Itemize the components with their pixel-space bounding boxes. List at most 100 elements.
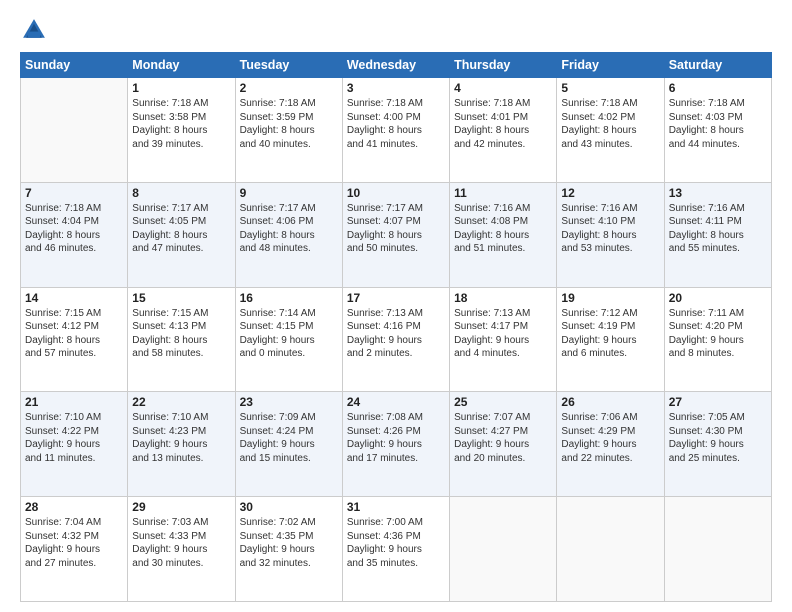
weekday-wednesday: Wednesday	[342, 53, 449, 78]
day-cell: 25 Sunrise: 7:07 AMSunset: 4:27 PMDayligh…	[450, 392, 557, 497]
day-cell: 24 Sunrise: 7:08 AMSunset: 4:26 PMDayligh…	[342, 392, 449, 497]
day-number: 22	[132, 395, 230, 409]
day-cell: 26 Sunrise: 7:06 AMSunset: 4:29 PMDayligh…	[557, 392, 664, 497]
day-info: Sunrise: 7:00 AMSunset: 4:36 PMDaylight:…	[347, 516, 445, 570]
day-info: Sunrise: 7:05 AMSunset: 4:30 PMDaylight:…	[669, 411, 767, 465]
day-cell: 6 Sunrise: 7:18 AMSunset: 4:03 PMDaylight…	[664, 78, 771, 183]
day-info: Sunrise: 7:10 AMSunset: 4:22 PMDaylight:…	[25, 411, 123, 465]
day-cell: 31 Sunrise: 7:00 AMSunset: 4:36 PMDayligh…	[342, 497, 449, 602]
header	[20, 16, 772, 44]
day-number: 24	[347, 395, 445, 409]
day-cell: 5 Sunrise: 7:18 AMSunset: 4:02 PMDaylight…	[557, 78, 664, 183]
day-info: Sunrise: 7:16 AMSunset: 4:11 PMDaylight:…	[669, 202, 767, 256]
logo-icon	[20, 16, 48, 44]
day-number: 31	[347, 500, 445, 514]
day-cell	[450, 497, 557, 602]
day-number: 25	[454, 395, 552, 409]
day-cell: 15 Sunrise: 7:15 AMSunset: 4:13 PMDayligh…	[128, 287, 235, 392]
day-number: 2	[240, 81, 338, 95]
day-info: Sunrise: 7:18 AMSunset: 3:58 PMDaylight:…	[132, 97, 230, 151]
day-number: 15	[132, 291, 230, 305]
day-cell	[557, 497, 664, 602]
day-number: 19	[561, 291, 659, 305]
week-row-2: 7 Sunrise: 7:18 AMSunset: 4:04 PMDaylight…	[21, 182, 772, 287]
day-number: 12	[561, 186, 659, 200]
day-info: Sunrise: 7:17 AMSunset: 4:07 PMDaylight:…	[347, 202, 445, 256]
day-cell: 29Sunrise: 7:03 AMSunset: 4:33 PMDayligh…	[128, 497, 235, 602]
day-cell: 8 Sunrise: 7:17 AMSunset: 4:05 PMDaylight…	[128, 182, 235, 287]
day-info: Sunrise: 7:18 AMSunset: 4:01 PMDaylight:…	[454, 97, 552, 151]
day-cell: 12 Sunrise: 7:16 AMSunset: 4:10 PMDayligh…	[557, 182, 664, 287]
day-info: Sunrise: 7:14 AMSunset: 4:15 PMDaylight:…	[240, 307, 338, 361]
day-info: Sunrise: 7:18 AMSunset: 4:04 PMDaylight:…	[25, 202, 123, 256]
day-info: Sunrise: 7:16 AMSunset: 4:08 PMDaylight:…	[454, 202, 552, 256]
day-cell: 13 Sunrise: 7:16 AMSunset: 4:11 PMDayligh…	[664, 182, 771, 287]
day-info: Sunrise: 7:02 AMSunset: 4:35 PMDaylight:…	[240, 516, 338, 570]
day-info: Sunrise: 7:18 AMSunset: 3:59 PMDaylight:…	[240, 97, 338, 151]
day-info: Sunrise: 7:13 AMSunset: 4:17 PMDaylight:…	[454, 307, 552, 361]
day-info: Sunrise: 7:18 AMSunset: 4:00 PMDaylight:…	[347, 97, 445, 151]
week-row-1: 1Sunrise: 7:18 AMSunset: 3:58 PMDaylight…	[21, 78, 772, 183]
day-info: Sunrise: 7:13 AMSunset: 4:16 PMDaylight:…	[347, 307, 445, 361]
day-cell: 7 Sunrise: 7:18 AMSunset: 4:04 PMDaylight…	[21, 182, 128, 287]
day-cell: 21 Sunrise: 7:10 AMSunset: 4:22 PMDayligh…	[21, 392, 128, 497]
day-number: 13	[669, 186, 767, 200]
day-info: Sunrise: 7:17 AMSunset: 4:06 PMDaylight:…	[240, 202, 338, 256]
day-info: Sunrise: 7:15 AMSunset: 4:12 PMDaylight:…	[25, 307, 123, 361]
weekday-tuesday: Tuesday	[235, 53, 342, 78]
day-number: 20	[669, 291, 767, 305]
day-number: 4	[454, 81, 552, 95]
day-info: Sunrise: 7:12 AMSunset: 4:19 PMDaylight:…	[561, 307, 659, 361]
day-number: 14	[25, 291, 123, 305]
day-cell	[21, 78, 128, 183]
day-cell	[664, 497, 771, 602]
day-info: Sunrise: 7:16 AMSunset: 4:10 PMDaylight:…	[561, 202, 659, 256]
weekday-header-row: SundayMondayTuesdayWednesdayThursdayFrid…	[21, 53, 772, 78]
day-cell: 11 Sunrise: 7:16 AMSunset: 4:08 PMDayligh…	[450, 182, 557, 287]
day-cell: 16Sunrise: 7:14 AMSunset: 4:15 PMDayligh…	[235, 287, 342, 392]
day-number: 21	[25, 395, 123, 409]
day-number: 18	[454, 291, 552, 305]
day-info: Sunrise: 7:18 AMSunset: 4:02 PMDaylight:…	[561, 97, 659, 151]
day-info: Sunrise: 7:08 AMSunset: 4:26 PMDaylight:…	[347, 411, 445, 465]
day-number: 28	[25, 500, 123, 514]
day-info: Sunrise: 7:07 AMSunset: 4:27 PMDaylight:…	[454, 411, 552, 465]
day-cell: 27Sunrise: 7:05 AMSunset: 4:30 PMDayligh…	[664, 392, 771, 497]
day-number: 7	[25, 186, 123, 200]
day-info: Sunrise: 7:15 AMSunset: 4:13 PMDaylight:…	[132, 307, 230, 361]
day-cell: 9Sunrise: 7:17 AMSunset: 4:06 PMDaylight…	[235, 182, 342, 287]
day-info: Sunrise: 7:04 AMSunset: 4:32 PMDaylight:…	[25, 516, 123, 570]
weekday-thursday: Thursday	[450, 53, 557, 78]
calendar-table: SundayMondayTuesdayWednesdayThursdayFrid…	[20, 52, 772, 602]
day-info: Sunrise: 7:11 AMSunset: 4:20 PMDaylight:…	[669, 307, 767, 361]
day-cell: 30 Sunrise: 7:02 AMSunset: 4:35 PMDayligh…	[235, 497, 342, 602]
page: SundayMondayTuesdayWednesdayThursdayFrid…	[0, 0, 792, 612]
day-cell: 4 Sunrise: 7:18 AMSunset: 4:01 PMDaylight…	[450, 78, 557, 183]
day-cell: 22 Sunrise: 7:10 AMSunset: 4:23 PMDayligh…	[128, 392, 235, 497]
day-info: Sunrise: 7:18 AMSunset: 4:03 PMDaylight:…	[669, 97, 767, 151]
week-row-5: 28 Sunrise: 7:04 AMSunset: 4:32 PMDayligh…	[21, 497, 772, 602]
day-number: 23	[240, 395, 338, 409]
day-number: 6	[669, 81, 767, 95]
day-cell: 14 Sunrise: 7:15 AMSunset: 4:12 PMDayligh…	[21, 287, 128, 392]
day-info: Sunrise: 7:10 AMSunset: 4:23 PMDaylight:…	[132, 411, 230, 465]
day-number: 11	[454, 186, 552, 200]
week-row-3: 14 Sunrise: 7:15 AMSunset: 4:12 PMDayligh…	[21, 287, 772, 392]
day-cell: 20 Sunrise: 7:11 AMSunset: 4:20 PMDayligh…	[664, 287, 771, 392]
day-number: 30	[240, 500, 338, 514]
week-row-4: 21 Sunrise: 7:10 AMSunset: 4:22 PMDayligh…	[21, 392, 772, 497]
day-number: 8	[132, 186, 230, 200]
day-info: Sunrise: 7:17 AMSunset: 4:05 PMDaylight:…	[132, 202, 230, 256]
day-info: Sunrise: 7:09 AMSunset: 4:24 PMDaylight:…	[240, 411, 338, 465]
day-number: 29	[132, 500, 230, 514]
logo	[20, 16, 52, 44]
weekday-monday: Monday	[128, 53, 235, 78]
day-cell: 19 Sunrise: 7:12 AMSunset: 4:19 PMDayligh…	[557, 287, 664, 392]
day-number: 26	[561, 395, 659, 409]
day-number: 17	[347, 291, 445, 305]
day-number: 5	[561, 81, 659, 95]
weekday-saturday: Saturday	[664, 53, 771, 78]
day-cell: 18 Sunrise: 7:13 AMSunset: 4:17 PMDayligh…	[450, 287, 557, 392]
day-info: Sunrise: 7:06 AMSunset: 4:29 PMDaylight:…	[561, 411, 659, 465]
day-cell: 2 Sunrise: 7:18 AMSunset: 3:59 PMDaylight…	[235, 78, 342, 183]
